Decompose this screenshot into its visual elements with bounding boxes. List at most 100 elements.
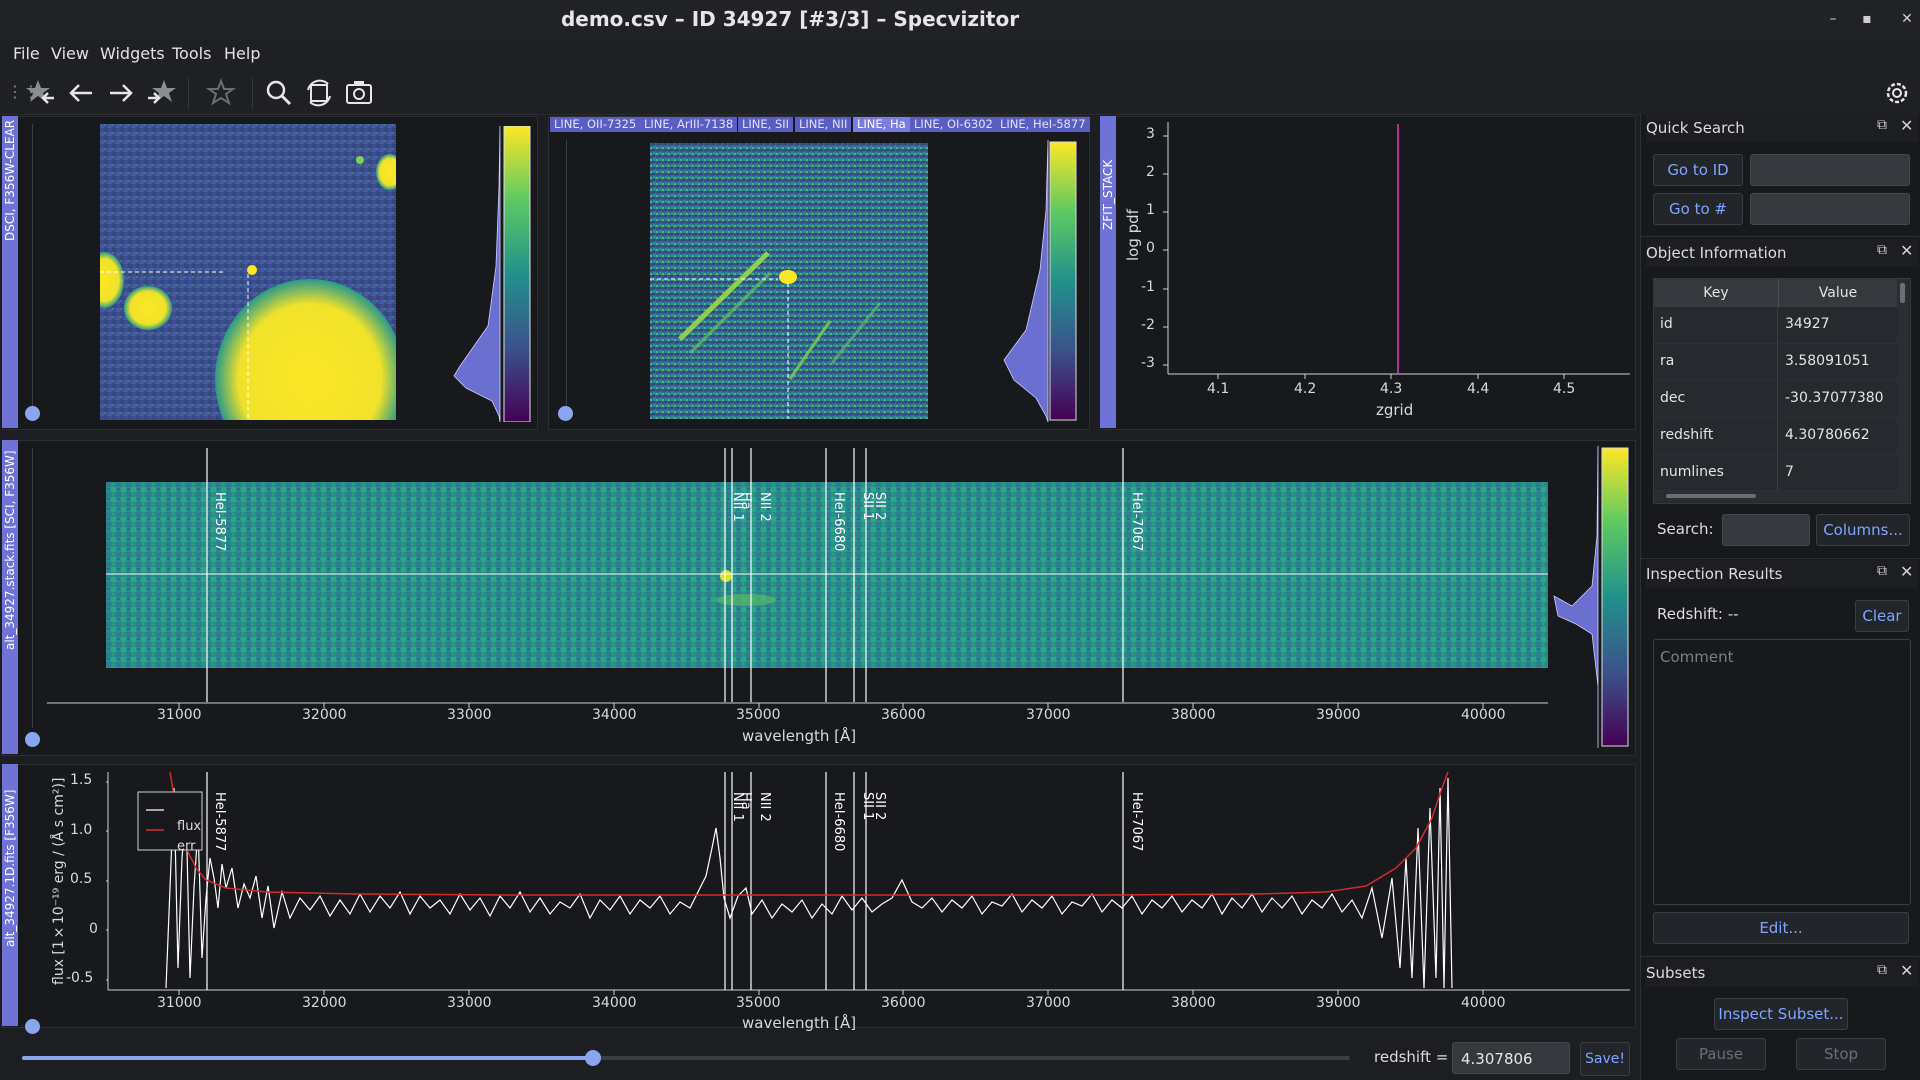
- column-header-value[interactable]: Value: [1779, 279, 1897, 307]
- maximize-icon[interactable]: ▪: [1856, 8, 1878, 30]
- table-cell-value[interactable]: 4.30780662: [1779, 418, 1897, 455]
- go-to-id-input[interactable]: [1750, 154, 1910, 186]
- toolbar-separator: [252, 78, 253, 108]
- zoom-slider-handle[interactable]: [25, 1019, 40, 1034]
- go-to-number-button[interactable]: Go to #: [1653, 193, 1743, 225]
- search-icon[interactable]: [262, 76, 296, 110]
- close-icon[interactable]: ✕: [1900, 116, 1913, 135]
- spec2d-x-tick: 39000: [1316, 707, 1361, 723]
- table-cell-value[interactable]: 34927: [1779, 307, 1897, 344]
- histogram-colorbar[interactable]: [1552, 445, 1632, 748]
- float-icon[interactable]: ⧉: [1877, 242, 1887, 258]
- settings-icon[interactable]: [1880, 76, 1914, 110]
- spectrum-1d-label: alt_34927.1D.fits [F356W]: [3, 790, 17, 948]
- spectrum-2d-label: alt_34927.stack.fits [SCI, F356W]: [3, 450, 17, 650]
- spec2d-x-tick: 32000: [302, 707, 347, 723]
- tab-oii-7325[interactable]: LINE, OII-7325: [550, 117, 641, 132]
- minimize-icon[interactable]: –: [1822, 8, 1844, 30]
- redshift-slider-handle[interactable]: [585, 1050, 601, 1066]
- pause-button[interactable]: Pause: [1676, 1038, 1766, 1070]
- stop-button[interactable]: Stop: [1796, 1038, 1886, 1070]
- forward-icon[interactable]: [104, 76, 138, 110]
- spec1d-x-tick: 34000: [592, 995, 637, 1011]
- dock-separator: [1640, 558, 1920, 559]
- line-label-nii-2: NII 2: [757, 492, 772, 522]
- spec2d-x-tick: 33000: [447, 707, 492, 723]
- spec1d-y-tick: 1.0: [70, 822, 93, 838]
- tab-hei-5877[interactable]: LINE, HeI-5877: [996, 117, 1090, 132]
- menu-widgets[interactable]: Widgets: [100, 38, 165, 70]
- pdf-y-tick: 0: [1146, 240, 1155, 256]
- first-star-icon[interactable]: [24, 76, 58, 110]
- last-star-icon[interactable]: [144, 76, 178, 110]
- pdf-y-tick: -1: [1141, 279, 1155, 295]
- float-icon[interactable]: ⧉: [1877, 117, 1887, 133]
- histogram-colorbar[interactable]: [1000, 139, 1080, 423]
- tab-ariii-7138[interactable]: LINE, ArIII-7138: [640, 117, 738, 132]
- spec2d-x-tick: 36000: [881, 707, 926, 723]
- go-to-number-input[interactable]: [1750, 193, 1910, 225]
- table-cell-key[interactable]: dec: [1654, 381, 1778, 418]
- tab-ha[interactable]: LINE, Ha: [853, 117, 910, 132]
- table-horizontal-scrollbar[interactable]: [1654, 491, 1908, 501]
- pdf-y-tick: -3: [1141, 355, 1155, 371]
- menu-tools[interactable]: Tools: [172, 38, 211, 70]
- legend-flux-label: flux: [177, 819, 202, 834]
- table-cell-value[interactable]: 7: [1779, 455, 1897, 491]
- object-search-input[interactable]: [1722, 514, 1810, 546]
- go-to-id-button[interactable]: Go to ID: [1653, 154, 1743, 186]
- spec2d-x-tick: 37000: [1026, 707, 1071, 723]
- line-label-ha: Ha: [738, 492, 753, 510]
- pdf-x-tick: 4.5: [1553, 381, 1576, 397]
- tab-nii[interactable]: LINE, NII: [795, 117, 852, 132]
- reset-view-icon[interactable]: [302, 76, 336, 110]
- clear-button[interactable]: Clear: [1855, 600, 1909, 632]
- back-icon[interactable]: [64, 76, 98, 110]
- redshift-input[interactable]: 4.307806: [1452, 1042, 1570, 1074]
- close-icon[interactable]: ✕: [1900, 241, 1913, 260]
- close-icon[interactable]: ✕: [1900, 961, 1913, 980]
- tab-sii[interactable]: LINE, SII: [738, 117, 794, 132]
- table-cell-key[interactable]: ra: [1654, 344, 1778, 381]
- table-cell-value[interactable]: -30.37077380: [1779, 381, 1897, 418]
- edit-button[interactable]: Edit...: [1653, 912, 1909, 944]
- inspect-subset-button[interactable]: Inspect Subset...: [1714, 998, 1848, 1030]
- column-header-key[interactable]: Key: [1654, 279, 1779, 307]
- line-map-image[interactable]: [650, 143, 928, 419]
- pdf-plot-area[interactable]: [1160, 118, 1634, 380]
- float-icon[interactable]: ⧉: [1877, 563, 1887, 579]
- spec2d-x-tick: 40000: [1461, 707, 1506, 723]
- spectrum-2d-overlay: [47, 448, 1548, 708]
- histogram-colorbar[interactable]: [452, 125, 532, 423]
- star-icon[interactable]: [204, 76, 238, 110]
- spec2d-x-axis-title: wavelength [Å]: [742, 727, 857, 745]
- spec2d-x-tick: 31000: [157, 707, 202, 723]
- spec1d-y-tick: 1.5: [70, 772, 93, 788]
- menu-view[interactable]: View: [51, 38, 89, 70]
- screenshot-icon[interactable]: [342, 76, 376, 110]
- pdf-y-tick: -2: [1141, 317, 1155, 333]
- zoom-slider-handle[interactable]: [25, 406, 40, 421]
- close-icon[interactable]: ✕: [1900, 562, 1913, 581]
- comment-textarea[interactable]: Comment: [1653, 639, 1911, 905]
- table-cell-key[interactable]: id: [1654, 307, 1778, 344]
- table-cell-value[interactable]: 3.58091051: [1779, 344, 1897, 381]
- columns-button[interactable]: Columns...: [1816, 514, 1910, 546]
- zoom-slider-handle[interactable]: [558, 406, 573, 421]
- image-panel-label: DSCI, F356W-CLEAR: [3, 120, 17, 242]
- line-label-ha: Ha: [738, 792, 753, 810]
- direct-image[interactable]: [84, 124, 405, 479]
- table-cell-key[interactable]: redshift: [1654, 418, 1778, 455]
- pdf-y-tick: 3: [1146, 126, 1155, 142]
- tab-oi-6302[interactable]: LINE, OI-6302: [910, 117, 997, 132]
- table-cell-key[interactable]: numlines: [1654, 455, 1778, 491]
- menu-file[interactable]: File: [13, 38, 40, 70]
- pdf-x-tick: 4.3: [1380, 381, 1403, 397]
- float-icon[interactable]: ⧉: [1877, 962, 1887, 978]
- redshift-label: redshift =: [1374, 1048, 1449, 1066]
- line-label-sii-2: SII 2: [872, 792, 887, 821]
- save-button[interactable]: Save!: [1580, 1042, 1630, 1076]
- close-icon[interactable]: ✕: [1896, 8, 1918, 30]
- menu-help[interactable]: Help: [224, 38, 260, 70]
- table-vertical-scrollbar[interactable]: [1897, 279, 1908, 491]
